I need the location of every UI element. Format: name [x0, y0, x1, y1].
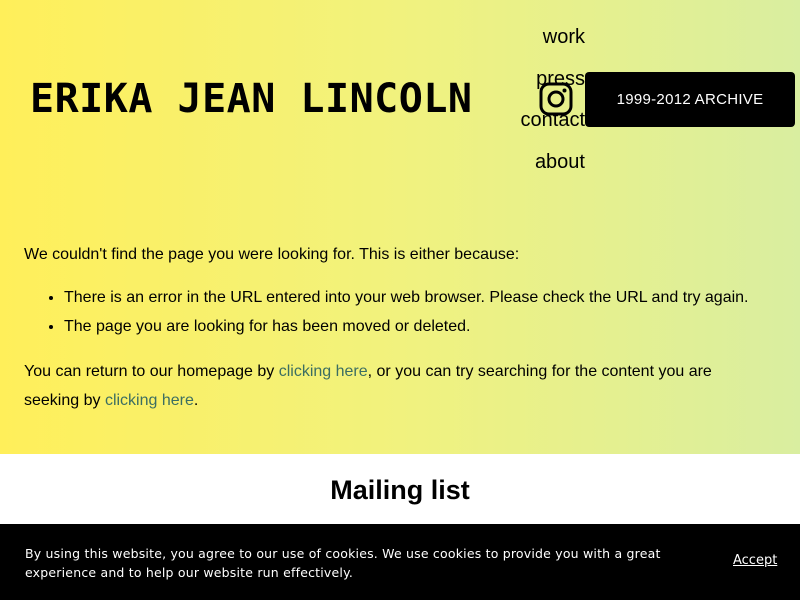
cookie-banner: By using this website, you agree to our …: [0, 524, 800, 600]
nav-work[interactable]: work: [521, 22, 585, 64]
error-intro: We couldn't find the page you were looki…: [24, 246, 520, 263]
return-text: .: [193, 392, 199, 409]
search-link[interactable]: clicking here: [105, 392, 194, 409]
list-item: There is an error in the URL entered int…: [64, 283, 764, 312]
return-text: You can return to our homepage by: [24, 363, 279, 380]
hero-section: ERIKA JEAN LINCOLN work press contact ab…: [0, 0, 800, 454]
accept-button[interactable]: Accept: [733, 553, 777, 568]
homepage-link[interactable]: clicking here: [279, 363, 368, 380]
site-title[interactable]: ERIKA JEAN LINCOLN: [30, 76, 472, 122]
instagram-icon[interactable]: [538, 81, 574, 117]
archive-button[interactable]: 1999-2012 ARCHIVE: [585, 72, 795, 127]
error-content: We couldn't find the page you were looki…: [24, 240, 764, 415]
nav-about[interactable]: about: [521, 147, 585, 189]
return-paragraph: You can return to our homepage by clicki…: [24, 357, 764, 415]
cookie-text: By using this website, you agree to our …: [25, 546, 661, 580]
error-reasons: There is an error in the URL entered int…: [24, 283, 764, 341]
list-item: The page you are looking for has been mo…: [64, 312, 764, 341]
mailing-list-section: Mailing list: [0, 454, 800, 524]
mailing-list-title: Mailing list: [330, 475, 470, 505]
